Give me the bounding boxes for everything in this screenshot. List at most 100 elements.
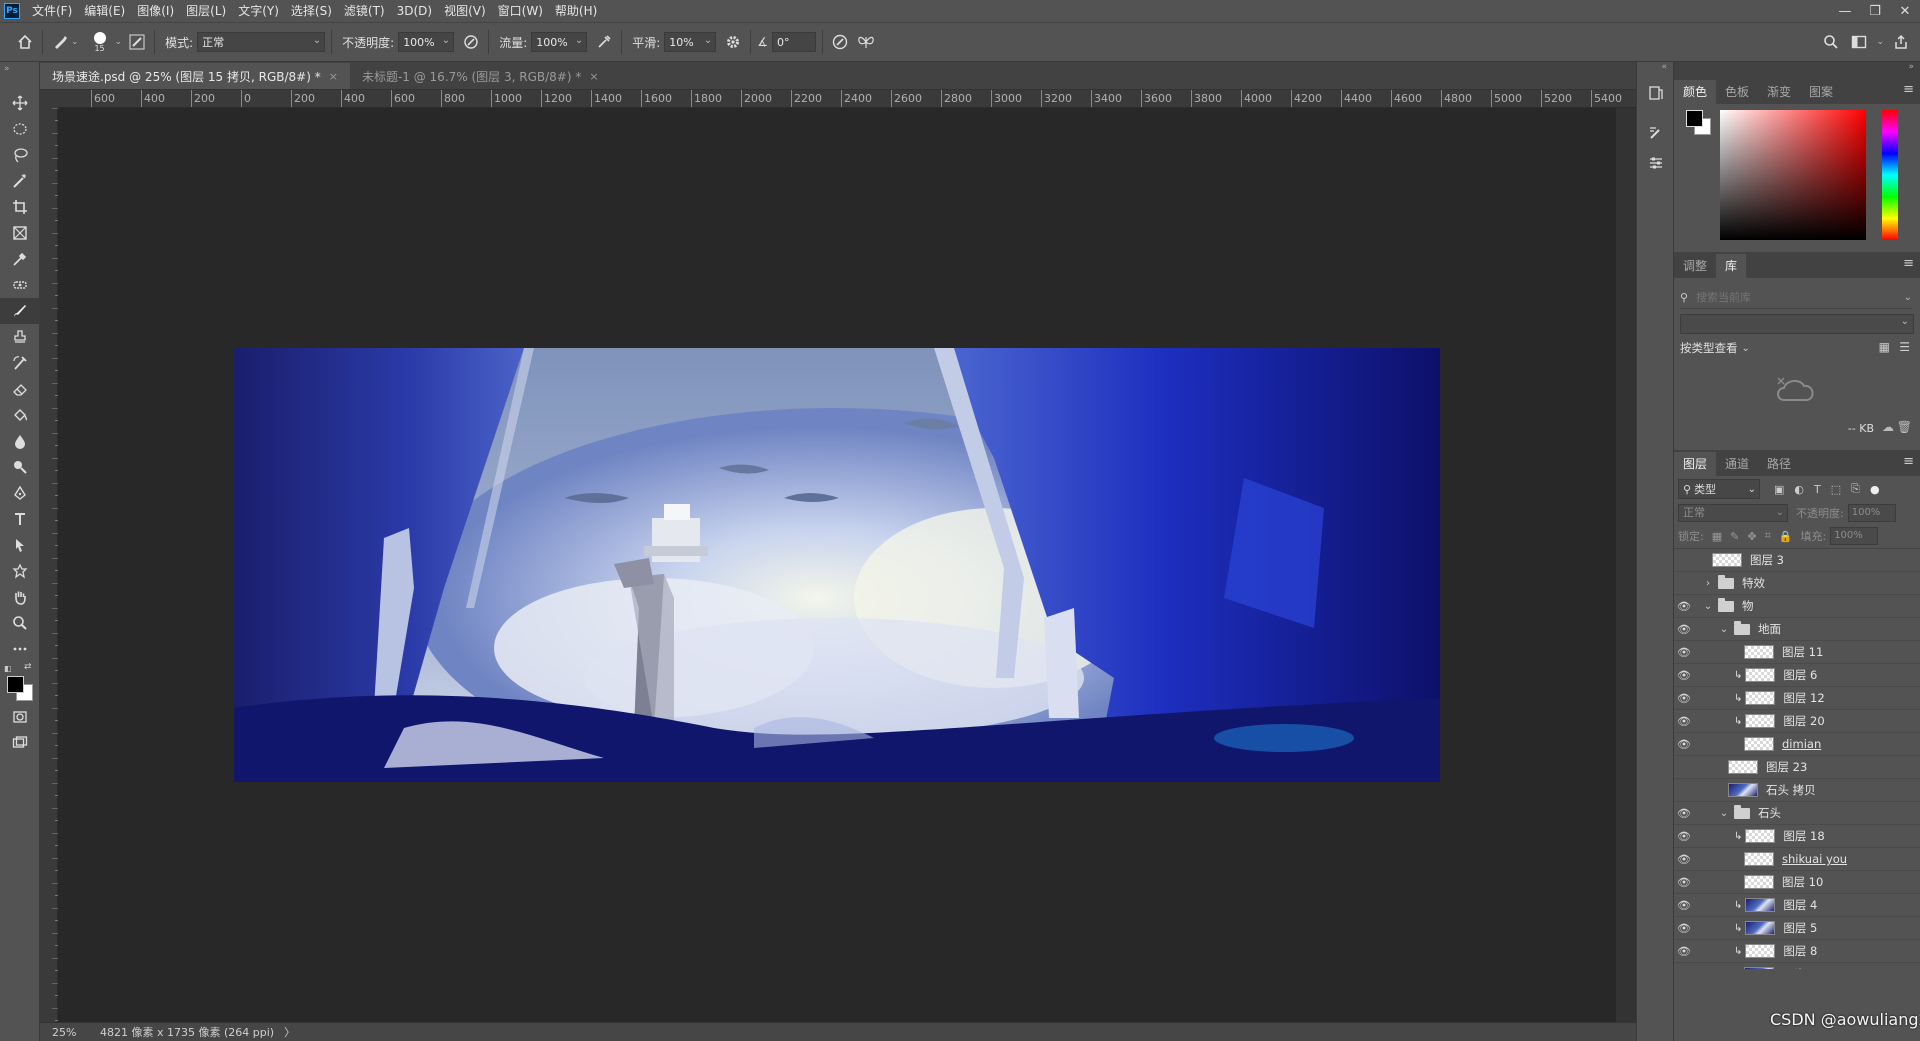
type-tool-icon[interactable] — [0, 506, 40, 532]
color-saturation-field[interactable] — [1720, 110, 1866, 240]
visibility-eye-icon[interactable]: 👁 — [1674, 945, 1694, 958]
view-by-type[interactable]: 按类型查看 ⌄ — [1680, 340, 1750, 356]
menu-layer[interactable]: 图层(L) — [180, 0, 232, 22]
eyedropper-tool-icon[interactable] — [0, 246, 40, 272]
screen-mode-icon[interactable] — [0, 730, 40, 756]
chevron-down-icon[interactable]: ⌄ — [1904, 292, 1912, 303]
lock-all-icon[interactable]: 🔒 — [1779, 530, 1793, 543]
brush-tool-icon[interactable] — [0, 298, 40, 324]
filter-adjustment-icon[interactable]: ◐ — [1794, 483, 1804, 496]
lock-transparent-icon[interactable]: ▦ — [1712, 530, 1722, 543]
visibility-eye-icon[interactable]: 👁 — [1674, 807, 1694, 820]
layer-row[interactable]: 👁 ↳ 图层 5 — [1674, 917, 1920, 940]
clone-stamp-tool-icon[interactable] — [0, 324, 40, 350]
pressure-opacity-icon[interactable] — [460, 31, 482, 53]
menu-image[interactable]: 图像(I) — [131, 0, 180, 22]
brush-settings-icon[interactable] — [1637, 118, 1675, 148]
hand-tool-icon[interactable] — [0, 584, 40, 610]
magic-wand-tool-icon[interactable] — [0, 168, 40, 194]
layer-row[interactable]: 👁 石头 拷贝 — [1674, 779, 1920, 802]
library-search-input[interactable] — [1694, 289, 1904, 305]
visibility-eye-icon[interactable]: 👁 — [1674, 830, 1694, 843]
visibility-eye-icon[interactable]: 👁 — [1674, 577, 1694, 590]
marquee-tool-icon[interactable] — [0, 116, 40, 142]
artwork-image[interactable] — [234, 348, 1440, 782]
visibility-eye-icon[interactable]: 👁 — [1674, 600, 1694, 613]
eraser-tool-icon[interactable] — [0, 376, 40, 402]
tab-layers[interactable]: 图层 — [1674, 452, 1717, 476]
blend-mode-select[interactable]: 正常 ⌄ — [1678, 504, 1788, 522]
visibility-eye-icon[interactable]: 👁 — [1674, 669, 1694, 682]
filter-toggle-icon[interactable]: ● — [1870, 483, 1880, 496]
layer-opacity-field[interactable]: 100% — [1847, 504, 1896, 522]
panel-menu-icon[interactable]: ≡ — [1903, 256, 1914, 271]
tab-color[interactable]: 颜色 — [1674, 80, 1717, 104]
list-view-icon[interactable]: ☰ — [1899, 340, 1910, 354]
filter-smart-object-icon[interactable]: ⎘ — [1851, 482, 1860, 496]
layer-row[interactable]: 👁 图层 23 — [1674, 756, 1920, 779]
fill-field[interactable]: 100% — [1830, 527, 1879, 545]
visibility-eye-icon[interactable]: 👁 — [1674, 761, 1694, 774]
layer-group-row[interactable]: 👁 ⌄ 物 — [1674, 595, 1920, 618]
tab-paths[interactable]: 路径 — [1758, 452, 1800, 476]
pressure-size-icon[interactable] — [829, 31, 851, 53]
smoothing-field[interactable]: 10% ⌄ — [664, 32, 717, 52]
visibility-eye-icon[interactable]: 👁 — [1674, 876, 1694, 889]
visibility-eye-icon[interactable]: 👁 — [1674, 738, 1694, 751]
zoom-tool-icon[interactable] — [0, 610, 40, 636]
layer-group-row[interactable]: 👁 ⌄ 石头 — [1674, 802, 1920, 825]
tab-patterns[interactable]: 图案 — [1800, 80, 1842, 104]
layer-group-row[interactable]: 👁 › 特效 — [1674, 572, 1920, 595]
chevron-down-icon[interactable]: ⌄ — [71, 37, 79, 47]
foreground-color-swatch[interactable] — [7, 676, 24, 693]
path-selection-tool-icon[interactable] — [0, 532, 40, 558]
layer-row[interactable]: 👁 ↳ 图层 12 — [1674, 687, 1920, 710]
horizontal-ruler[interactable]: 600 400 200 0 200 400 600 800 1000 1200 1400 1600 18… — [58, 90, 1636, 108]
layer-row[interactable]: 👁 dimian — [1674, 733, 1920, 756]
tab-document-untitled[interactable]: 未标题-1 @ 16.7% (图层 3, RGB/8#) * × — [350, 63, 611, 89]
tab-swatches[interactable]: 色板 — [1716, 80, 1758, 104]
chevron-down-icon[interactable]: ⌄ — [115, 37, 123, 47]
lasso-tool-icon[interactable] — [0, 142, 40, 168]
swap-colors-icon[interactable]: ⇄ — [24, 662, 32, 672]
canvas-vertical-scrollbar[interactable] — [1616, 108, 1636, 1022]
cloud-sync-icon[interactable]: ☁ — [1882, 420, 1894, 434]
restore-button[interactable]: ❐ — [1860, 0, 1890, 22]
visibility-eye-icon[interactable]: 👁 — [1674, 784, 1694, 797]
visibility-eye-icon[interactable]: 👁 — [1674, 922, 1694, 935]
ruler-origin[interactable] — [40, 90, 58, 108]
spot-healing-tool-icon[interactable] — [0, 272, 40, 298]
menu-3d[interactable]: 3D(D) — [391, 0, 438, 22]
panel-menu-icon[interactable]: ≡ — [1903, 82, 1914, 97]
blur-tool-icon[interactable] — [0, 428, 40, 454]
layer-row[interactable]: 👁 ↳ 图层 6 — [1674, 664, 1920, 687]
history-panel-icon[interactable] — [1637, 78, 1675, 108]
menu-window[interactable]: 窗口(W) — [492, 0, 549, 22]
mode-select[interactable]: 正常 ⌄ — [197, 32, 326, 52]
panel-menu-icon[interactable]: ≡ — [1903, 454, 1914, 469]
chevron-right-icon[interactable]: › — [1702, 578, 1714, 589]
menu-type[interactable]: 文字(Y) — [232, 0, 285, 22]
brush-settings-panel-icon[interactable] — [126, 31, 148, 53]
layer-row[interactable]: 👁 ↳ 图层 18 — [1674, 825, 1920, 848]
lock-artboard-icon[interactable]: ⌗ — [1765, 529, 1771, 543]
menu-view[interactable]: 视图(V) — [438, 0, 492, 22]
custom-shape-tool-icon[interactable] — [0, 558, 40, 584]
brush-tool-preset-icon[interactable] — [49, 31, 71, 53]
menu-file[interactable]: 文件(F) — [26, 0, 78, 22]
layer-row[interactable]: 👁 ↳ 图层 8 — [1674, 940, 1920, 963]
canvas-area[interactable] — [58, 108, 1616, 1022]
flow-field[interactable]: 100% ⌄ — [531, 32, 588, 52]
zoom-level[interactable]: 25% — [52, 1026, 92, 1039]
crop-tool-icon[interactable] — [0, 194, 40, 220]
visibility-eye-icon[interactable]: 👁 — [1674, 853, 1694, 866]
layer-row[interactable]: 👁 石头 — [1674, 963, 1920, 969]
workspace-layout-icon[interactable] — [1848, 31, 1870, 53]
vertical-ruler[interactable] — [40, 108, 58, 1022]
angle-field[interactable]: 0° — [772, 32, 817, 52]
lock-pixels-icon[interactable]: ✎ — [1730, 530, 1739, 543]
status-menu-arrow[interactable]: 〉 — [284, 1024, 295, 1040]
layer-group-row[interactable]: 👁 ⌄ 地面 — [1674, 618, 1920, 641]
pen-tool-icon[interactable] — [0, 480, 40, 506]
layer-row[interactable]: 👁 shikuai you — [1674, 848, 1920, 871]
